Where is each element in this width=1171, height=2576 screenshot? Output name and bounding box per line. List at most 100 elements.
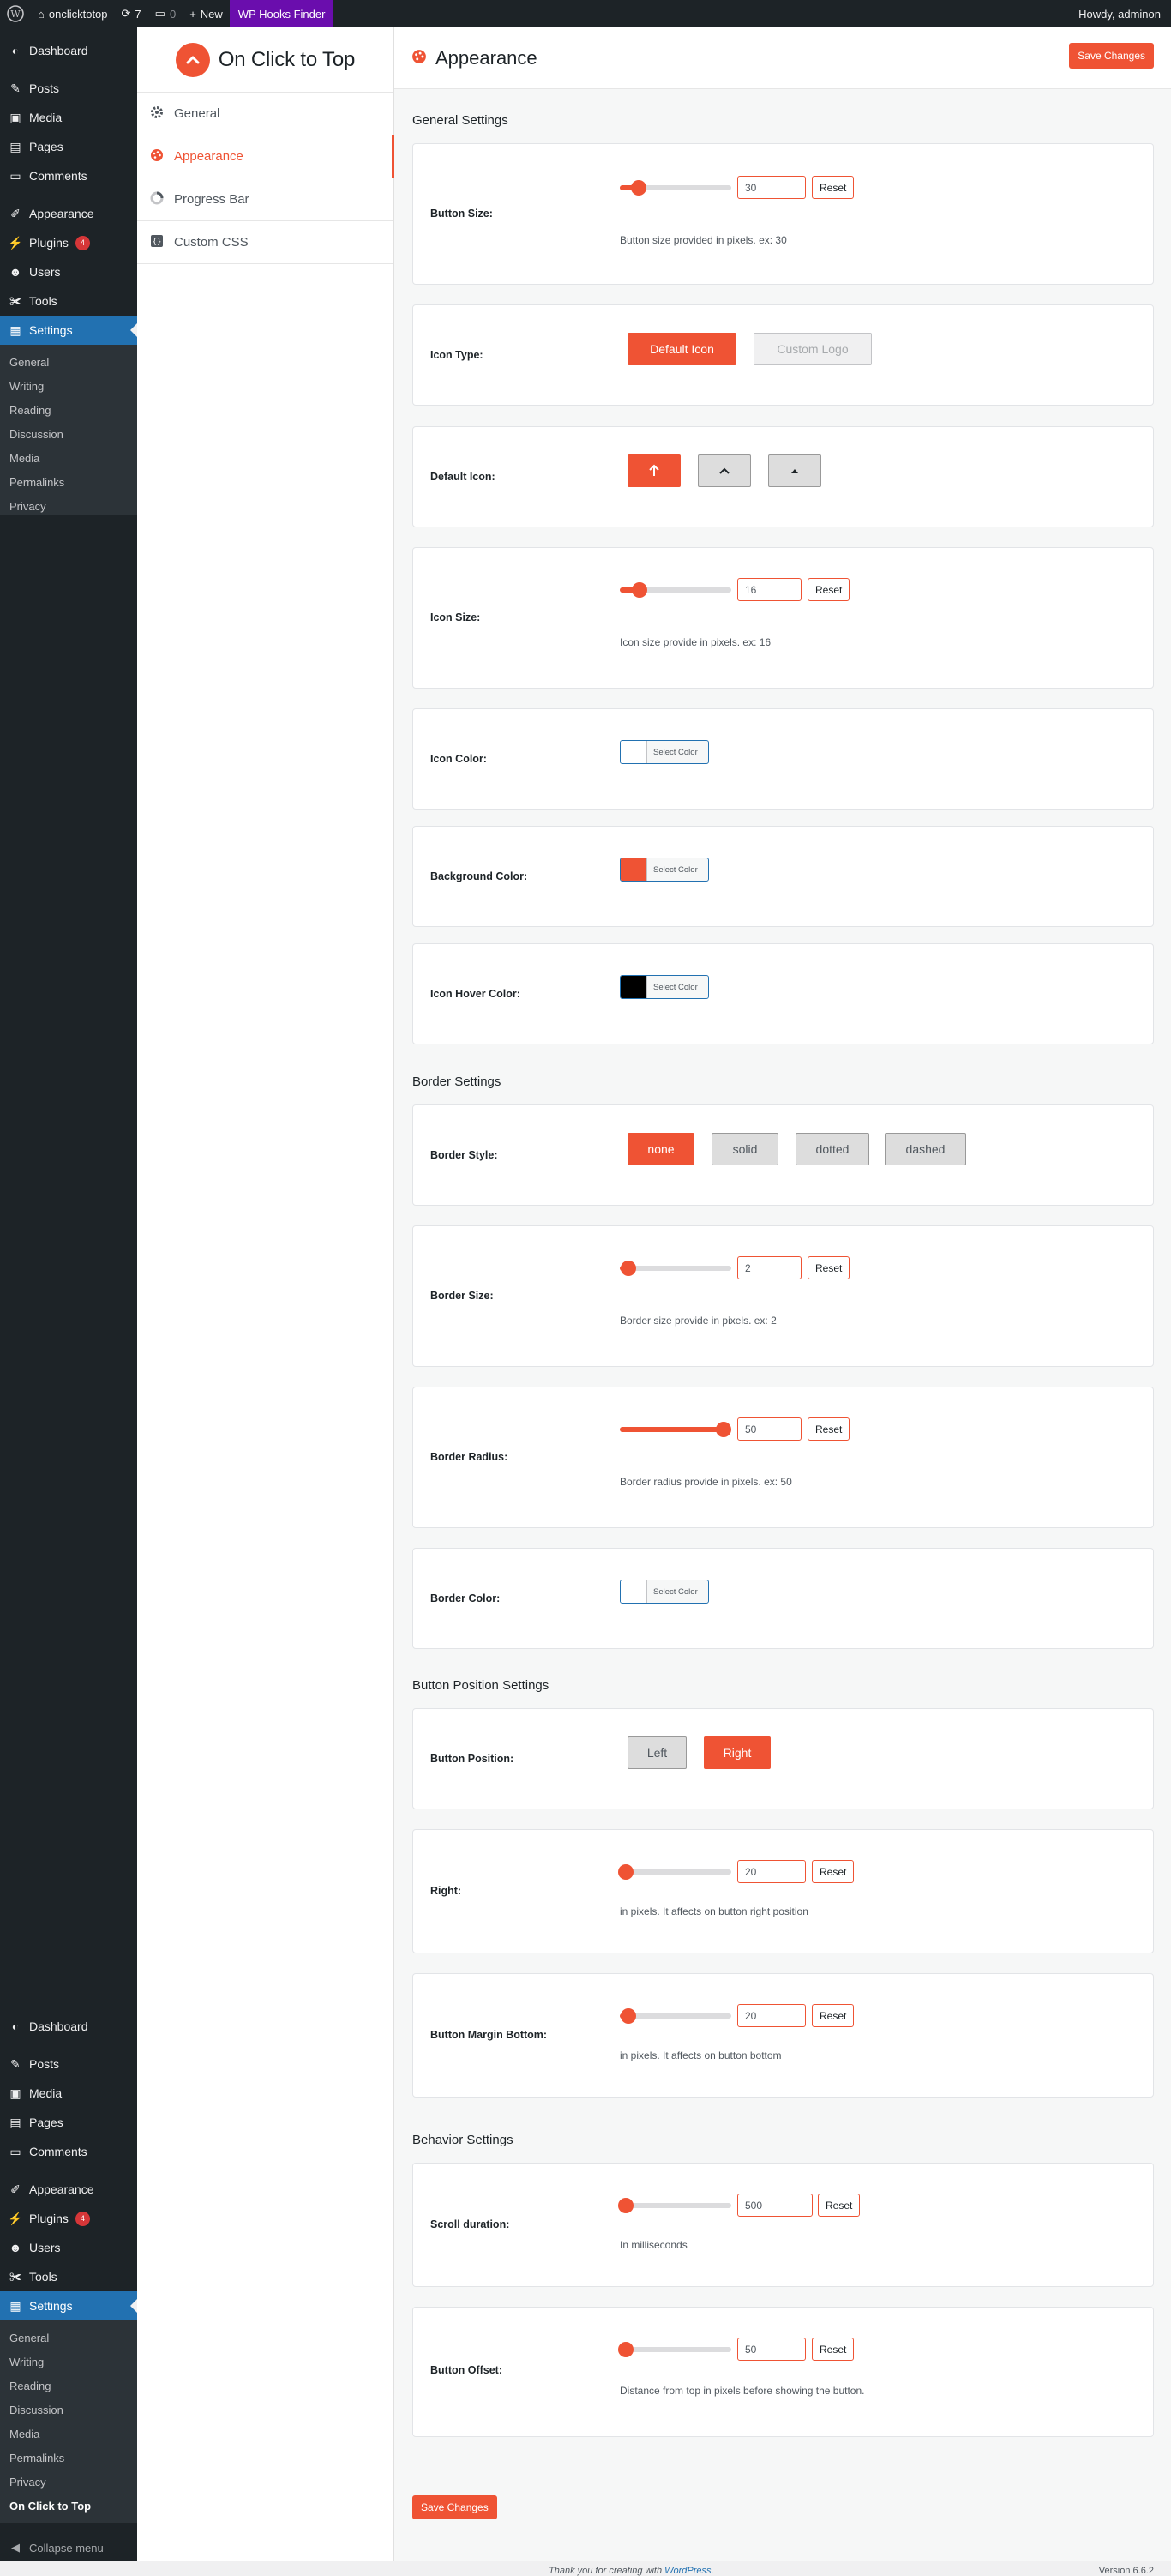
plugin-nav-general[interactable]: General [137, 93, 393, 135]
plugin-nav-appearance[interactable]: Appearance [137, 135, 394, 178]
menu-dashboard[interactable]: ◐ Dashboard [0, 2012, 137, 2041]
position-left-option[interactable]: Left [628, 1736, 687, 1769]
slider-handle[interactable] [631, 180, 647, 196]
submenu-media[interactable]: Media [0, 2422, 137, 2446]
custom-logo-option[interactable]: Custom Logo [754, 333, 872, 365]
plugin-nav-progress-bar[interactable]: Progress Bar [137, 178, 393, 221]
right-input[interactable]: 20 [737, 1860, 806, 1883]
border-radius-reset-button[interactable]: Reset [808, 1417, 850, 1441]
site-name-link[interactable]: ⌂ onclicktotop [31, 0, 115, 27]
submenu-permalinks[interactable]: Permalinks [0, 2446, 137, 2470]
collapse-menu-button[interactable]: ◀ Collapse menu [0, 2533, 137, 2562]
right-reset-button[interactable]: Reset [812, 1860, 855, 1883]
menu-pages[interactable]: ▤ Pages [0, 132, 137, 161]
new-content-link[interactable]: + New [183, 0, 230, 27]
border-style-none[interactable]: none [628, 1133, 694, 1165]
menu-plugins[interactable]: ⚡ Plugins 4 [0, 2204, 137, 2233]
menu-comments[interactable]: ▭ Comments [0, 161, 137, 190]
icon-hover-color-picker[interactable]: Select Color [620, 975, 709, 999]
border-style-dashed[interactable]: dashed [885, 1133, 966, 1165]
border-color-picker[interactable]: Select Color [620, 1580, 709, 1604]
submenu-writing[interactable]: Writing [0, 374, 137, 398]
scroll-duration-slider[interactable] [617, 2198, 731, 2213]
section-title-position: Button Position Settings [412, 1678, 549, 1693]
menu-posts[interactable]: ✎ Posts [0, 2049, 137, 2079]
border-radius-input[interactable]: 50 [737, 1417, 802, 1441]
menu-dashboard[interactable]: ◐ Dashboard [0, 36, 137, 65]
icon-size-input[interactable]: 16 [737, 578, 802, 601]
slider-handle[interactable] [715, 1422, 731, 1437]
icon-size-slider[interactable] [620, 582, 731, 598]
save-changes-button-top[interactable]: Save Changes [1069, 43, 1154, 69]
menu-posts[interactable]: ✎ Posts [0, 74, 137, 103]
margin-bottom-reset-button[interactable]: Reset [812, 2004, 855, 2027]
submenu-media[interactable]: Media [0, 446, 137, 470]
border-radius-slider[interactable] [620, 1422, 731, 1437]
progress-circle-icon [150, 191, 164, 208]
border-style-dotted[interactable]: dotted [796, 1133, 869, 1165]
icon-size-reset-button[interactable]: Reset [808, 578, 850, 601]
button-offset-slider[interactable] [617, 2342, 731, 2357]
menu-appearance[interactable]: ✐ Appearance [0, 199, 137, 228]
slider-handle[interactable] [617, 1864, 634, 1880]
submenu-discussion[interactable]: Discussion [0, 2398, 137, 2422]
wordpress-logo-icon[interactable]: W [0, 0, 31, 27]
menu-comments[interactable]: ▭ Comments [0, 2137, 137, 2166]
menu-users[interactable]: ☻ Users [0, 2233, 137, 2262]
submenu-general[interactable]: General [0, 2326, 137, 2350]
margin-bottom-input[interactable]: 20 [737, 2004, 806, 2027]
menu-plugins[interactable]: ⚡ Plugins 4 [0, 228, 137, 257]
updates-link[interactable]: ⟳ 7 [115, 0, 148, 27]
default-icon-option[interactable]: Default Icon [628, 333, 736, 365]
comments-link[interactable]: ▭ 0 [148, 0, 183, 27]
submenu-privacy[interactable]: Privacy [0, 2470, 137, 2494]
button-size-slider[interactable] [620, 180, 731, 196]
plugin-nav-custom-css[interactable]: {} Custom CSS [137, 221, 393, 264]
border-size-reset-button[interactable]: Reset [808, 1256, 850, 1279]
position-right-option[interactable]: Right [704, 1736, 771, 1769]
background-color-picker[interactable]: Select Color [620, 858, 709, 882]
margin-bottom-slider[interactable] [620, 2008, 731, 2024]
menu-appearance[interactable]: ✐ Appearance [0, 2175, 137, 2204]
menu-tools[interactable]: ✀ Tools [0, 2262, 137, 2291]
wp-hooks-finder-link[interactable]: WP Hooks Finder [229, 0, 334, 27]
menu-settings[interactable]: ▦ Settings [0, 316, 137, 345]
scroll-duration-input[interactable]: 500 [737, 2194, 813, 2217]
slider-handle[interactable] [621, 2008, 637, 2024]
menu-media[interactable]: ▣ Media [0, 2079, 137, 2108]
scroll-duration-reset-button[interactable]: Reset [818, 2194, 861, 2217]
arrow-up-icon[interactable] [628, 454, 681, 487]
slider-handle[interactable] [617, 2198, 634, 2213]
border-size-hint: Border size provide in pixels. ex: 2 [620, 1315, 777, 1327]
menu-settings[interactable]: ▦ Settings [0, 2291, 137, 2320]
button-offset-reset-button[interactable]: Reset [812, 2338, 855, 2361]
submenu-reading[interactable]: Reading [0, 2374, 137, 2398]
submenu-permalinks[interactable]: Permalinks [0, 470, 137, 494]
chevron-up-icon[interactable] [698, 454, 751, 487]
submenu-reading[interactable]: Reading [0, 398, 137, 422]
border-size-input[interactable]: 2 [737, 1256, 802, 1279]
icon-color-picker[interactable]: Select Color [620, 740, 709, 764]
right-slider[interactable] [617, 1864, 731, 1880]
slider-handle[interactable] [621, 1261, 637, 1276]
border-size-slider[interactable] [620, 1261, 731, 1276]
slider-handle[interactable] [632, 582, 648, 598]
caret-up-icon[interactable] [768, 454, 821, 487]
wordpress-link[interactable]: WordPress [664, 2566, 711, 2576]
my-account-link[interactable]: Howdy, adminon [1072, 0, 1171, 27]
submenu-writing[interactable]: Writing [0, 2350, 137, 2374]
submenu-general[interactable]: General [0, 350, 137, 374]
submenu-on-click-to-top[interactable]: On Click to Top [0, 2494, 137, 2518]
button-offset-input[interactable]: 50 [737, 2338, 806, 2361]
save-changes-button-bottom[interactable]: Save Changes [412, 2495, 497, 2519]
submenu-privacy[interactable]: Privacy [0, 494, 137, 515]
menu-tools[interactable]: ✀ Tools [0, 286, 137, 316]
menu-media[interactable]: ▣ Media [0, 103, 137, 132]
button-size-reset-button[interactable]: Reset [812, 176, 855, 199]
menu-pages[interactable]: ▤ Pages [0, 2108, 137, 2137]
button-size-input[interactable]: 30 [737, 176, 806, 199]
slider-handle[interactable] [617, 2342, 634, 2357]
border-style-solid[interactable]: solid [712, 1133, 778, 1165]
submenu-discussion[interactable]: Discussion [0, 422, 137, 446]
menu-users[interactable]: ☻ Users [0, 257, 137, 286]
